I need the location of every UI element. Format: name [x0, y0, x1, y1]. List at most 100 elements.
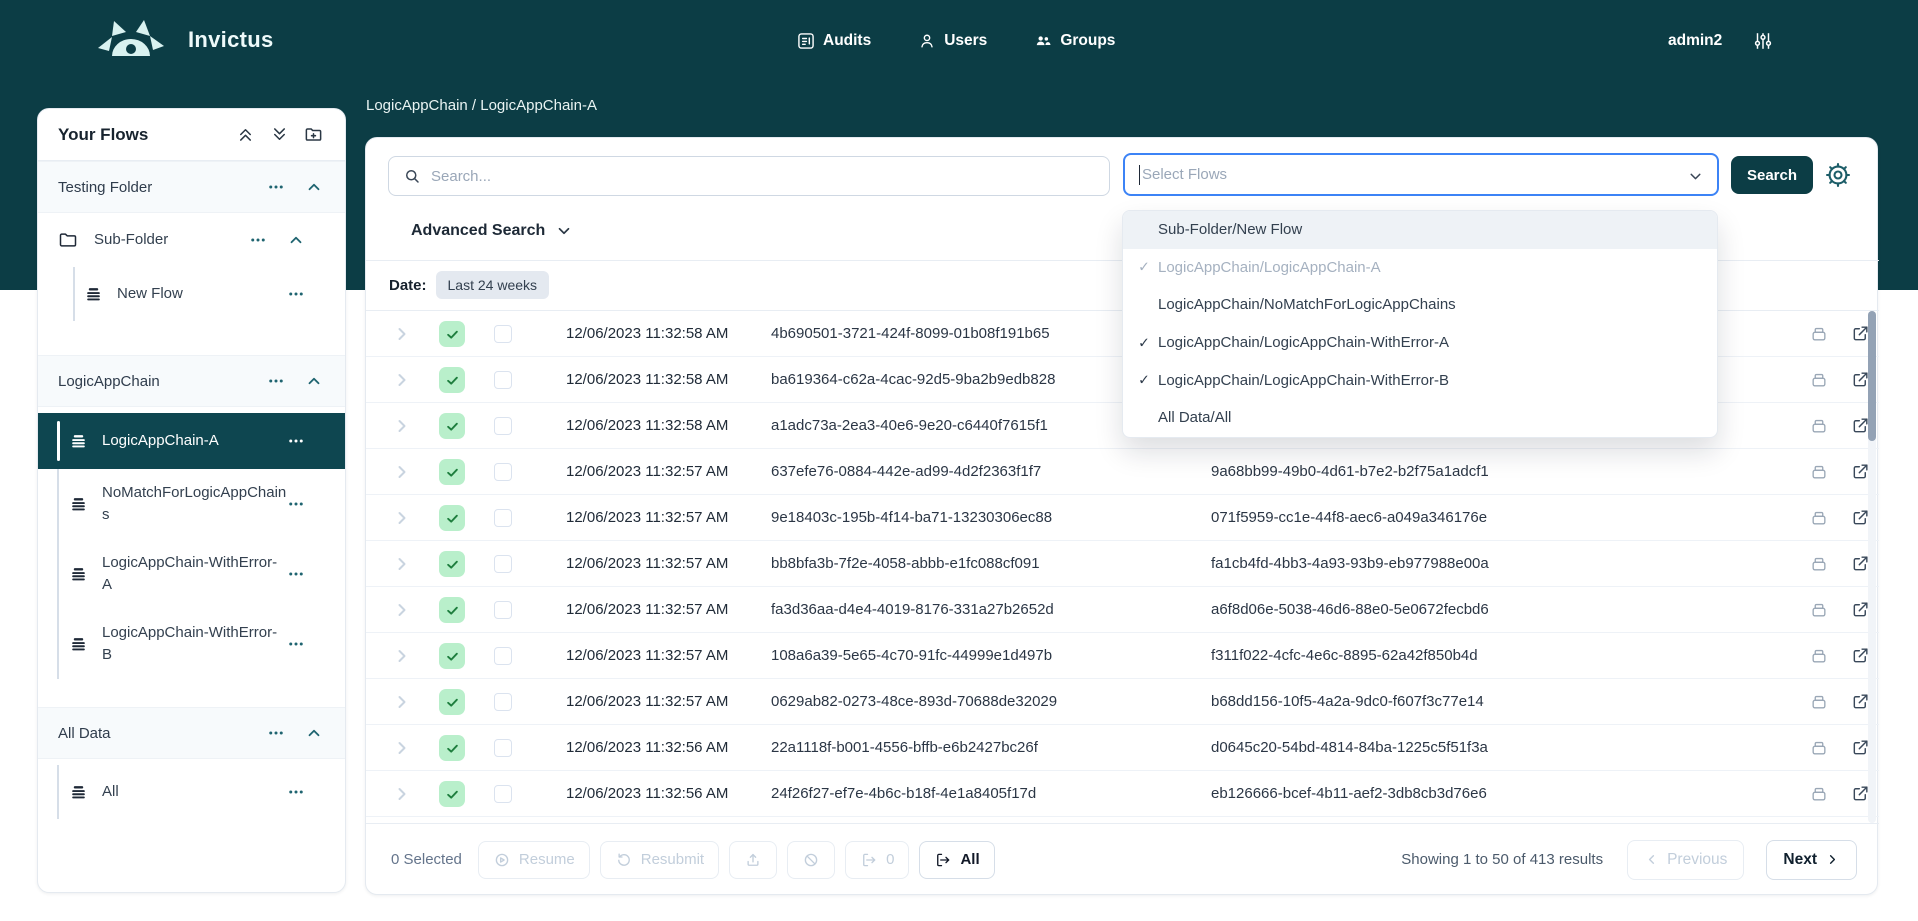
- expand-row-icon[interactable]: [392, 370, 412, 390]
- resume-button[interactable]: Resume: [478, 841, 590, 879]
- share-button[interactable]: [729, 841, 777, 879]
- next-page-button[interactable]: Next: [1766, 840, 1857, 880]
- check-icon: [445, 373, 460, 388]
- row-checkbox[interactable]: [494, 325, 512, 343]
- chevron-left-icon: [1644, 852, 1659, 867]
- more-options-icon[interactable]: [287, 635, 305, 653]
- expand-row-icon[interactable]: [392, 462, 412, 482]
- sidebar-group-all-data[interactable]: All Data: [38, 707, 345, 759]
- sidebar-item-nomatchforlogicappchains[interactable]: NoMatchForLogicAppChains: [38, 469, 345, 539]
- add-folder-icon[interactable]: [304, 125, 323, 144]
- row-checkbox[interactable]: [494, 785, 512, 803]
- more-options-icon[interactable]: [287, 565, 305, 583]
- archive-icon[interactable]: [1809, 324, 1829, 344]
- expand-all-icon[interactable]: [270, 125, 289, 144]
- more-options-icon[interactable]: [267, 372, 285, 390]
- breadcrumb[interactable]: LogicAppChain / LogicAppChain-A: [366, 97, 597, 114]
- archive-icon[interactable]: [1809, 600, 1829, 620]
- dropdown-option-logicappchain-witherror-b[interactable]: ✓ LogicAppChain/LogicAppChain-WithError-…: [1123, 361, 1717, 399]
- expand-row-icon[interactable]: [392, 416, 412, 436]
- dropdown-option-all-data-all[interactable]: All Data/All: [1123, 399, 1717, 437]
- refresh-icon: [615, 851, 633, 869]
- more-options-icon[interactable]: [267, 724, 285, 742]
- row-checkbox[interactable]: [494, 647, 512, 665]
- sidebar-group-testing-folder[interactable]: Testing Folder: [38, 161, 345, 213]
- chevron-down-icon[interactable]: [1687, 168, 1704, 185]
- preferences-sliders-icon[interactable]: [1752, 30, 1774, 52]
- archive-icon[interactable]: [1809, 508, 1829, 528]
- more-options-icon[interactable]: [249, 231, 267, 249]
- nav-label: Groups: [1060, 32, 1115, 50]
- upload-icon: [744, 851, 762, 869]
- archive-icon[interactable]: [1809, 692, 1829, 712]
- expand-row-icon[interactable]: [392, 600, 412, 620]
- sidebar-item-logicappchain-witherror-a[interactable]: LogicAppChain-WithError-A: [38, 539, 345, 609]
- expand-row-icon[interactable]: [392, 554, 412, 574]
- archive-icon[interactable]: [1809, 416, 1829, 436]
- archive-icon[interactable]: [1809, 370, 1829, 390]
- date-range-badge[interactable]: Last 24 weeks: [436, 271, 550, 299]
- dropdown-option-nomatchforlogicappchains[interactable]: LogicAppChain/NoMatchForLogicAppChains: [1123, 286, 1717, 324]
- more-options-icon[interactable]: [287, 432, 305, 450]
- row-checkbox[interactable]: [494, 739, 512, 757]
- row-checkbox[interactable]: [494, 509, 512, 527]
- archive-icon[interactable]: [1809, 784, 1829, 804]
- export-selected-button[interactable]: 0: [845, 841, 909, 879]
- select-flows-combobox[interactable]: [1123, 153, 1719, 196]
- archive-icon[interactable]: [1809, 738, 1829, 758]
- row-checkbox[interactable]: [494, 417, 512, 435]
- dropdown-option-logicappchain-a[interactable]: ✓ LogicAppChain/LogicAppChain-A: [1123, 249, 1717, 287]
- chevron-up-icon[interactable]: [287, 231, 305, 249]
- row-checkbox[interactable]: [494, 601, 512, 619]
- expand-row-icon[interactable]: [392, 692, 412, 712]
- expand-row-icon[interactable]: [392, 738, 412, 758]
- sidebar-group-logicappchain[interactable]: LogicAppChain: [38, 355, 345, 407]
- results-summary: Showing 1 to 50 of 413 results: [1401, 851, 1603, 868]
- collapse-all-icon[interactable]: [236, 125, 255, 144]
- status-success-badge: [439, 643, 465, 669]
- sidebar-item-new-flow[interactable]: New Flow: [38, 267, 345, 321]
- sidebar-item-logicappchain-a[interactable]: LogicAppChain-A: [38, 413, 345, 469]
- nav-users[interactable]: Users: [917, 31, 987, 51]
- advanced-search-toggle[interactable]: Advanced Search: [411, 222, 573, 240]
- username[interactable]: admin2: [1668, 32, 1722, 50]
- more-options-icon[interactable]: [287, 285, 305, 303]
- nav-groups[interactable]: Groups: [1033, 31, 1115, 51]
- row-checkbox[interactable]: [494, 463, 512, 481]
- nav-label: Audits: [823, 32, 871, 50]
- expand-row-icon[interactable]: [392, 784, 412, 804]
- scrollbar-thumb[interactable]: [1868, 311, 1876, 441]
- row-checkbox[interactable]: [494, 555, 512, 573]
- resubmit-button[interactable]: Resubmit: [600, 841, 719, 879]
- dropdown-option-sub-folder-new-flow[interactable]: Sub-Folder/New Flow: [1123, 211, 1717, 249]
- sidebar-item-logicappchain-witherror-b[interactable]: LogicAppChain-WithError-B: [38, 609, 345, 679]
- chevron-up-icon[interactable]: [305, 724, 323, 742]
- nav-audits[interactable]: Audits: [796, 31, 871, 51]
- search-button[interactable]: Search: [1731, 156, 1813, 194]
- row-guid-1: fa3d36aa-d4e4-4019-8176-331a27b2652d: [771, 601, 1054, 618]
- sidebar-item-sub-folder[interactable]: Sub-Folder: [38, 213, 345, 267]
- next-label: Next: [1783, 851, 1817, 869]
- search-input[interactable]: [431, 168, 1095, 185]
- archive-icon[interactable]: [1809, 462, 1829, 482]
- expand-row-icon[interactable]: [392, 508, 412, 528]
- chevron-up-icon[interactable]: [305, 178, 323, 196]
- more-options-icon[interactable]: [267, 178, 285, 196]
- select-flows-input[interactable]: [1142, 166, 1679, 183]
- disable-button[interactable]: [787, 841, 835, 879]
- expand-row-icon[interactable]: [392, 324, 412, 344]
- dropdown-option-logicappchain-witherror-a[interactable]: ✓ LogicAppChain/LogicAppChain-WithError-…: [1123, 324, 1717, 362]
- more-options-icon[interactable]: [287, 783, 305, 801]
- gear-icon[interactable]: [1824, 161, 1852, 189]
- export-all-button[interactable]: All: [919, 841, 994, 879]
- chevron-up-icon[interactable]: [305, 372, 323, 390]
- flow-stack-icon: [69, 565, 88, 584]
- previous-page-button[interactable]: Previous: [1627, 840, 1744, 880]
- row-checkbox[interactable]: [494, 693, 512, 711]
- expand-row-icon[interactable]: [392, 646, 412, 666]
- sidebar-item-all[interactable]: All: [38, 765, 345, 819]
- archive-icon[interactable]: [1809, 554, 1829, 574]
- archive-icon[interactable]: [1809, 646, 1829, 666]
- more-options-icon[interactable]: [287, 495, 305, 513]
- row-checkbox[interactable]: [494, 371, 512, 389]
